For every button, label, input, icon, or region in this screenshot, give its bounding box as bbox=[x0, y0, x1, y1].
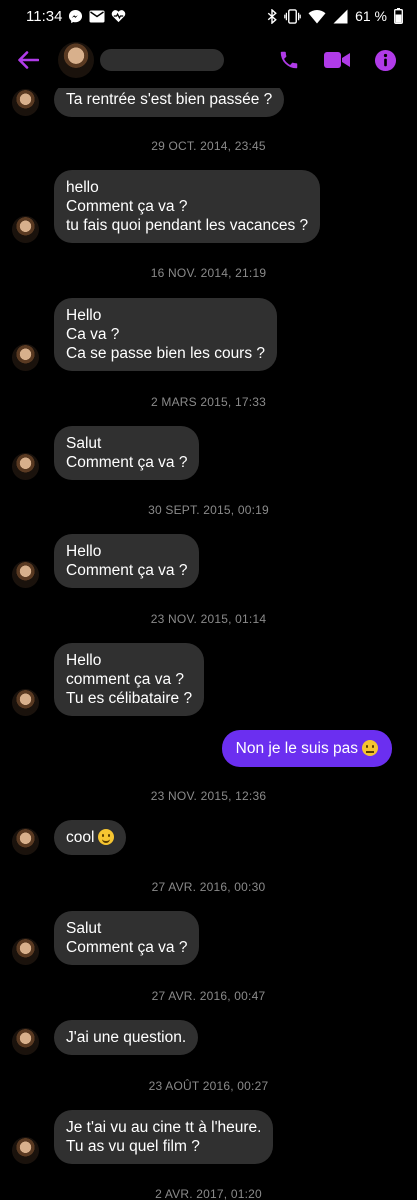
arrow-left-icon bbox=[18, 51, 39, 69]
timestamp: 27 AVR. 2016, 00:47 bbox=[151, 989, 266, 1003]
contact-name-redacted[interactable] bbox=[100, 49, 224, 71]
signal-icon bbox=[333, 9, 348, 24]
info-icon bbox=[374, 49, 396, 71]
timestamp: 23 AOÛT 2016, 00:27 bbox=[148, 1079, 269, 1093]
timestamp: 27 AVR. 2016, 00:30 bbox=[151, 880, 266, 894]
message-thread[interactable]: Ta rentrée s'est bien passée ? 29 OCT. 2… bbox=[0, 0, 417, 1200]
clock: 11:34 bbox=[26, 7, 63, 25]
message-bubble[interactable]: Hello Comment ça va ? bbox=[54, 534, 200, 588]
timestamp: 2 MARS 2015, 17:33 bbox=[150, 395, 266, 409]
contact-avatar[interactable] bbox=[12, 1137, 39, 1164]
message-text: Ta rentrée s'est bien passée ? bbox=[66, 91, 273, 108]
conversation-info-button[interactable] bbox=[361, 36, 409, 84]
phone-icon bbox=[280, 51, 298, 69]
wifi-icon bbox=[308, 9, 326, 24]
message-bubble[interactable]: J'ai une question. bbox=[54, 1020, 199, 1055]
bluetooth-icon bbox=[267, 8, 277, 24]
contact-avatar[interactable] bbox=[58, 42, 94, 78]
contact-avatar[interactable] bbox=[12, 689, 39, 716]
message-bubble[interactable]: Salut Comment ça va ? bbox=[54, 911, 200, 965]
smile-emoji-icon bbox=[98, 829, 115, 845]
message-bubble[interactable]: Hello Ca va ? Ca se passe bien les cours… bbox=[54, 298, 278, 371]
battery-percent: 61 % bbox=[355, 8, 387, 24]
vibrate-icon bbox=[284, 8, 301, 24]
contact-avatar[interactable] bbox=[12, 216, 39, 243]
message-text: Hello comment ça va ? Tu es célibataire … bbox=[66, 652, 193, 707]
video-call-button[interactable] bbox=[313, 36, 361, 84]
message-text: J'ai une question. bbox=[66, 1029, 187, 1046]
voice-call-button[interactable] bbox=[265, 36, 313, 84]
timestamp: 30 SEPT. 2015, 00:19 bbox=[148, 503, 269, 517]
sent-message-bubble[interactable]: Non je le suis pas bbox=[221, 730, 392, 767]
timestamp: 2 AVR. 2017, 01:20 bbox=[155, 1187, 262, 1200]
battery-icon bbox=[394, 8, 403, 24]
back-button[interactable] bbox=[0, 32, 56, 88]
message-bubble[interactable]: hello Comment ça va ? tu fais quoi penda… bbox=[54, 170, 321, 243]
contact-avatar[interactable] bbox=[12, 89, 39, 116]
messenger-notification-icon bbox=[68, 9, 83, 24]
message-text: cool bbox=[66, 829, 95, 846]
message-text: Salut Comment ça va ? bbox=[66, 920, 188, 956]
timestamp: 29 OCT. 2014, 23:45 bbox=[151, 139, 266, 153]
neutral-face-emoji-icon bbox=[362, 740, 378, 756]
contact-avatar[interactable] bbox=[12, 938, 39, 965]
contact-avatar[interactable] bbox=[12, 828, 39, 855]
video-camera-icon bbox=[324, 52, 350, 68]
contact-avatar[interactable] bbox=[12, 1028, 39, 1055]
message-text: Je t'ai vu au cine tt à l'heure. Tu as v… bbox=[66, 1119, 262, 1155]
message-bubble[interactable]: Salut Comment ça va ? bbox=[54, 426, 200, 480]
timestamp: 23 NOV. 2015, 12:36 bbox=[150, 789, 267, 803]
message-bubble[interactable]: Je t'ai vu au cine tt à l'heure. Tu as v… bbox=[54, 1110, 274, 1164]
contact-avatar[interactable] bbox=[12, 453, 39, 480]
message-bubble[interactable]: cool bbox=[54, 820, 127, 855]
message-text: Non je le suis pas bbox=[235, 740, 358, 757]
message-text: Salut Comment ça va ? bbox=[66, 435, 188, 471]
contact-avatar[interactable] bbox=[12, 561, 39, 588]
message-text: Hello Ca va ? Ca se passe bien les cours… bbox=[66, 307, 266, 362]
contact-avatar[interactable] bbox=[12, 344, 39, 371]
status-bar: 11:34 61 % bbox=[0, 0, 417, 32]
health-notification-icon bbox=[111, 9, 126, 23]
message-bubble[interactable]: Hello comment ça va ? Tu es célibataire … bbox=[54, 643, 205, 716]
mail-notification-icon bbox=[89, 10, 105, 23]
timestamp: 23 NOV. 2015, 01:14 bbox=[150, 612, 267, 626]
message-text: hello Comment ça va ? tu fais quoi penda… bbox=[66, 179, 309, 234]
timestamp: 16 NOV. 2014, 21:19 bbox=[150, 266, 267, 280]
message-text: Hello Comment ça va ? bbox=[66, 543, 188, 579]
conversation-header bbox=[0, 32, 417, 88]
